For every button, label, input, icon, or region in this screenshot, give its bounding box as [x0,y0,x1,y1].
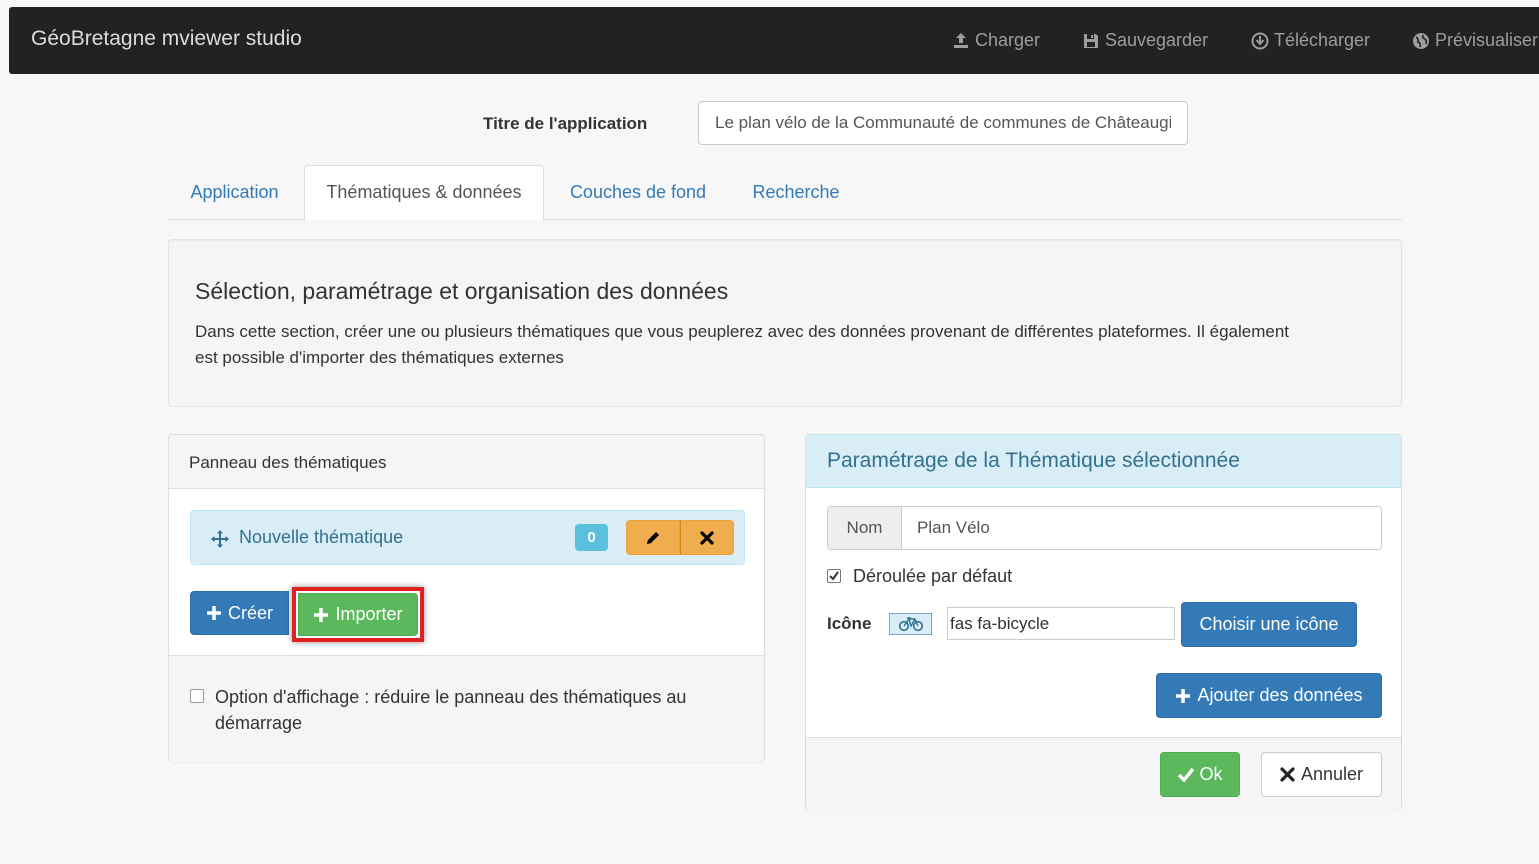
nav-sauvegarder-label: Sauvegarder [1105,30,1209,50]
tab-thematiques-donnees[interactable]: Thématiques & données [304,165,544,220]
bicycle-icon [898,617,923,631]
cancel-button[interactable]: Annuler [1261,752,1382,797]
theme-list-item[interactable]: Nouvelle thématique 0 [190,510,745,565]
choose-icon-button[interactable]: Choisir une icône [1181,602,1357,647]
choose-icon-label: Choisir une icône [1199,614,1339,634]
plus-icon [1176,688,1191,703]
floppy-disk-icon [1084,33,1098,48]
check-icon [1178,767,1195,783]
theme-settings-title: Paramétrage de la Thématique sélectionné… [827,449,1240,472]
close-icon [700,530,714,545]
expanded-default-checkbox[interactable] [827,569,841,583]
globe-icon [1413,32,1429,49]
section-description: Dans cette section, créer une ou plusieu… [195,322,1290,367]
themes-panel-title: Panneau des thématiques [189,453,387,472]
theme-item-label[interactable]: Nouvelle thématique [239,527,403,548]
ok-button[interactable]: Ok [1160,752,1240,797]
nav-telecharger-label: Télécharger [1274,30,1371,50]
top-navbar: GéoBretagne mviewer studio Charger Sauve… [9,7,1539,74]
theme-settings-footer: Ok Annuler [806,737,1401,810]
tab-couches-label: Couches de fond [569,181,707,202]
theme-settings-panel: Paramétrage de la Thématique sélectionné… [805,434,1402,810]
plus-icon [206,606,221,620]
add-data-label: Ajouter des données [1197,685,1363,705]
themes-panel-footer: Option d'affichage : réduire le panneau … [169,655,764,762]
collapse-panel-checkbox[interactable] [190,689,204,703]
add-data-button[interactable]: Ajouter des données [1156,673,1382,718]
intro-well: Sélection, paramétrage et organisation d… [168,239,1402,407]
plus-icon [314,607,329,622]
nav-sauvegarder[interactable]: Sauvegarder [1082,30,1208,51]
import-theme-label: Importer [335,604,403,624]
section-title: Sélection, paramétrage et organisation d… [195,278,729,304]
ok-label: Ok [1199,764,1223,784]
themes-panel: Panneau des thématiques Nouvelle thémati… [168,434,765,762]
themes-panel-header: Panneau des thématiques [169,435,764,489]
create-theme-label: Créer [227,602,273,623]
expanded-default-label[interactable]: Déroulée par défaut [853,566,1012,587]
theme-name-input[interactable] [902,507,1402,549]
nav-telecharger[interactable]: Télécharger [1251,30,1370,51]
nav-charger-label: Charger [975,30,1041,50]
tab-application-label: Application [190,181,279,202]
collapse-panel-option-label[interactable]: Option d'affichage : réduire le panneau … [215,684,735,736]
import-highlight-box: Importer [292,587,424,642]
theme-layer-count-badge: 0 [575,524,608,551]
download-circle-icon [1251,32,1269,49]
pencil-icon [647,531,659,544]
icon-field-label: Icône [827,614,872,633]
create-theme-button[interactable]: Créer [190,591,289,635]
nav-previsualiser-label: Prévisualiser [1435,30,1539,50]
close-icon [1280,767,1295,782]
icon-class-input[interactable] [947,607,1175,640]
app-title-label: Titre de l'application [483,114,648,133]
move-arrows-icon[interactable] [210,529,230,549]
nav-previsualiser[interactable]: Prévisualiser [1412,30,1538,51]
checkmark-icon [829,571,839,581]
tab-couches-de-fond[interactable]: Couches de fond [548,165,728,219]
icon-preview [889,613,932,635]
cancel-label: Annuler [1300,764,1364,784]
theme-settings-header: Paramétrage de la Thématique sélectionné… [806,435,1401,488]
tab-recherche-label: Recherche [752,181,840,202]
tab-thematiques-label: Thématiques & données [326,182,522,202]
tab-recherche[interactable]: Recherche [735,165,857,219]
theme-name-group: Nom [827,506,1402,550]
delete-theme-button[interactable] [680,520,734,555]
import-theme-button[interactable]: Importer [298,593,418,636]
upload-icon [954,32,968,48]
nav-charger[interactable]: Charger [952,30,1040,51]
edit-theme-button[interactable] [626,520,680,555]
tab-application[interactable]: Application [168,165,301,219]
theme-name-addon: Nom [828,507,902,549]
app-title-input[interactable] [698,101,1188,145]
app-brand[interactable]: GéoBretagne mviewer studio [31,27,302,51]
